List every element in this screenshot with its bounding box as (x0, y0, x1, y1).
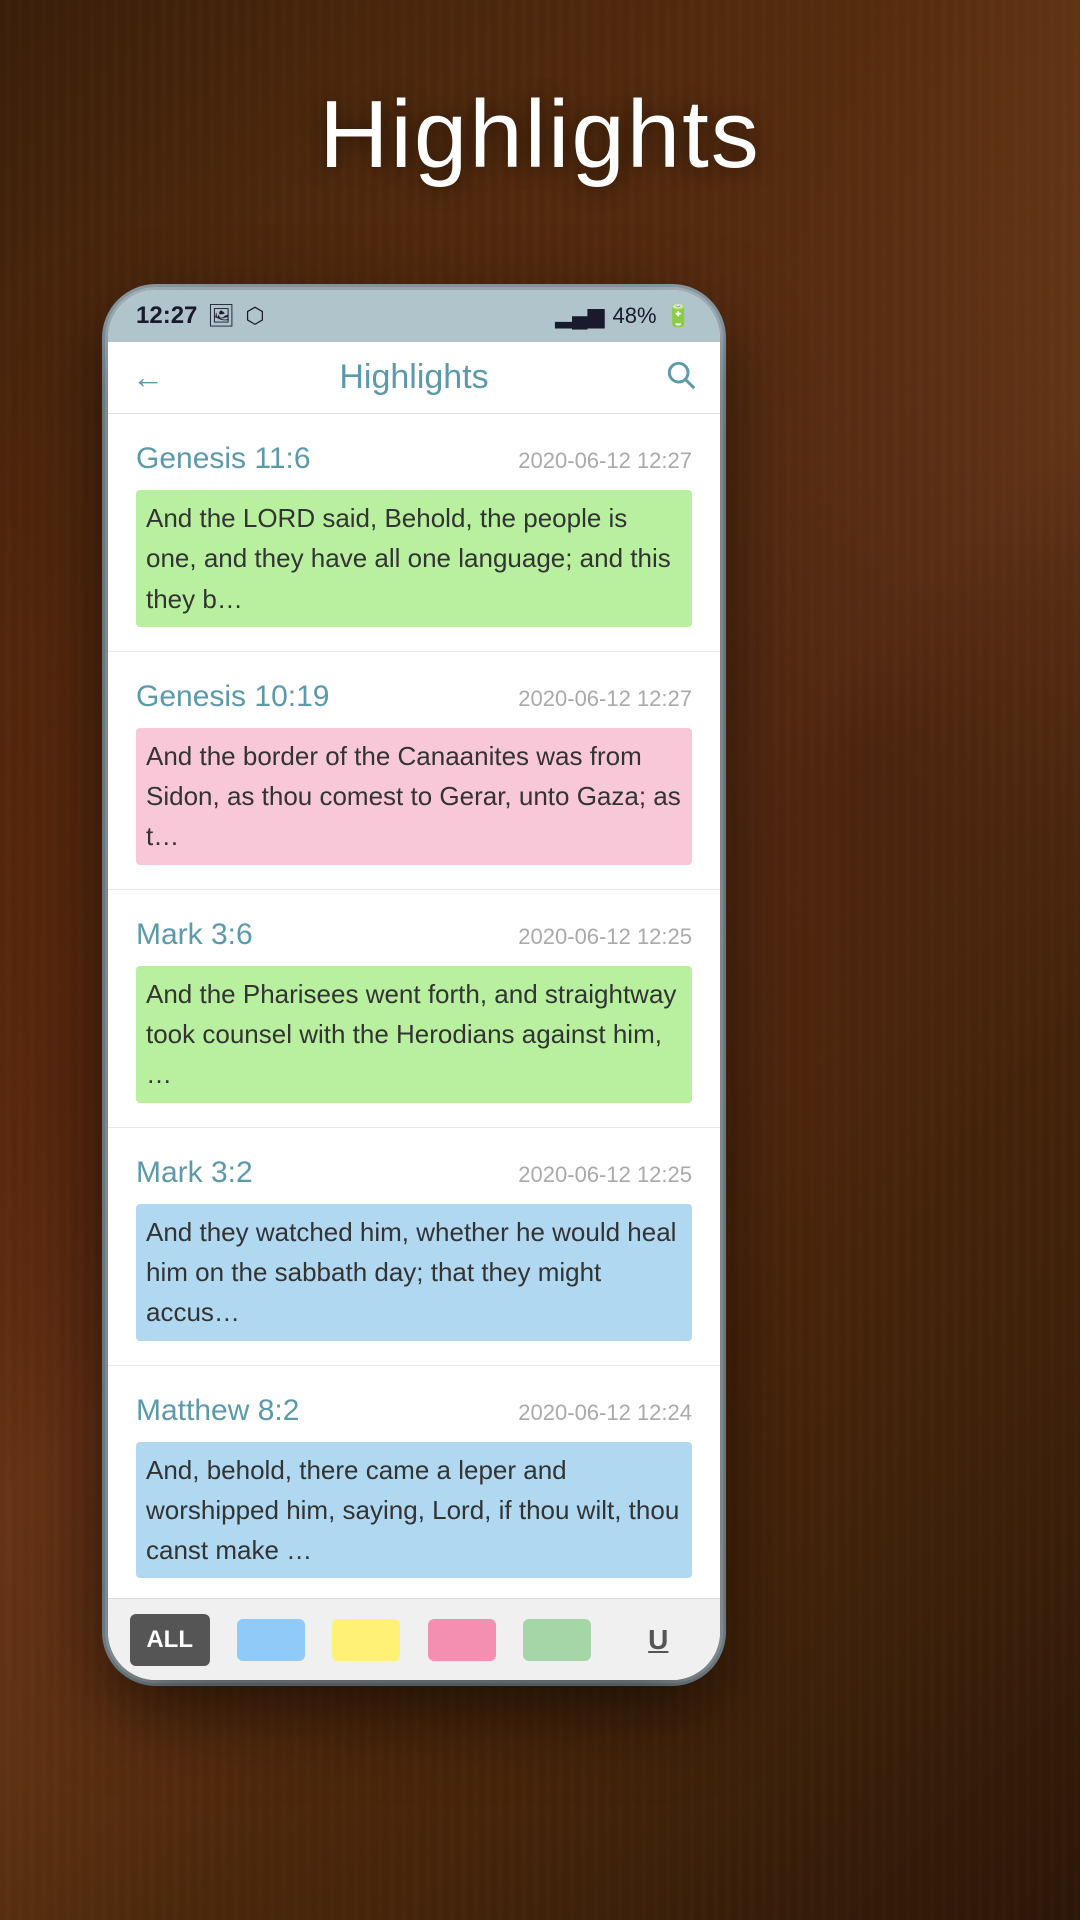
item-reference-1: Genesis 10:19 (136, 680, 329, 714)
item-header-4: Matthew 8:2 2020-06-12 12:24 (136, 1394, 692, 1428)
status-time: 12:27 (136, 302, 197, 330)
bottom-bar: ALL U (108, 1598, 720, 1680)
item-text-0: And the LORD said, Behold, the people is… (136, 490, 692, 627)
item-header-3: Mark 3:2 2020-06-12 12:25 (136, 1156, 692, 1190)
status-bar: 12:27 🖼 ⬡ ▂▄▆ 48% 🔋 (108, 290, 720, 342)
item-date-2: 2020-06-12 12:25 (518, 924, 692, 950)
highlight-item-0[interactable]: Genesis 11:6 2020-06-12 12:27 And the LO… (108, 414, 720, 652)
signal-icon: ▂▄▆ (555, 303, 604, 329)
green-color-tab[interactable] (523, 1619, 591, 1661)
item-text-2: And the Pharisees went forth, and straig… (136, 966, 692, 1103)
search-button[interactable] (664, 358, 696, 398)
status-left: 12:27 🖼 ⬡ (136, 302, 265, 330)
battery-text: 48% (613, 303, 657, 329)
photo-status-icon: 🖼 (207, 303, 235, 329)
page-title: Highlights (0, 80, 1080, 190)
item-header-1: Genesis 10:19 2020-06-12 12:27 (136, 680, 692, 714)
item-header-2: Mark 3:6 2020-06-12 12:25 (136, 918, 692, 952)
item-date-0: 2020-06-12 12:27 (518, 448, 692, 474)
underline-tab[interactable]: U (618, 1614, 698, 1666)
item-reference-3: Mark 3:2 (136, 1156, 253, 1190)
battery-icon: 🔋 (665, 303, 692, 329)
item-text-4: And, behold, there came a leper and wors… (136, 1442, 692, 1579)
item-text-3: And they watched him, whether he would h… (136, 1204, 692, 1341)
all-tab[interactable]: ALL (130, 1614, 210, 1666)
back-button[interactable]: ← (132, 359, 164, 396)
highlight-item-2[interactable]: Mark 3:6 2020-06-12 12:25 And the Pharis… (108, 890, 720, 1128)
item-text-1: And the border of the Canaanites was fro… (136, 728, 692, 865)
item-date-4: 2020-06-12 12:24 (518, 1400, 692, 1426)
blue-color-tab[interactable] (237, 1619, 305, 1661)
bluetooth-status-icon: ⬡ (245, 303, 264, 329)
item-date-1: 2020-06-12 12:27 (518, 686, 692, 712)
item-header-0: Genesis 11:6 2020-06-12 12:27 (136, 442, 692, 476)
highlight-item-4[interactable]: Matthew 8:2 2020-06-12 12:24 And, behold… (108, 1366, 720, 1598)
page-title-area: Highlights (0, 80, 1080, 190)
content-area[interactable]: Genesis 11:6 2020-06-12 12:27 And the LO… (108, 414, 720, 1598)
item-reference-4: Matthew 8:2 (136, 1394, 299, 1428)
pink-color-tab[interactable] (428, 1619, 496, 1661)
item-reference-2: Mark 3:6 (136, 918, 253, 952)
phone-frame: 12:27 🖼 ⬡ ▂▄▆ 48% 🔋 ← Highlights Genesis… (108, 290, 720, 1680)
yellow-color-tab[interactable] (332, 1619, 400, 1661)
highlight-item-1[interactable]: Genesis 10:19 2020-06-12 12:27 And the b… (108, 652, 720, 890)
nav-title: Highlights (339, 358, 488, 397)
status-right: ▂▄▆ 48% 🔋 (555, 303, 692, 329)
item-date-3: 2020-06-12 12:25 (518, 1162, 692, 1188)
highlight-item-3[interactable]: Mark 3:2 2020-06-12 12:25 And they watch… (108, 1128, 720, 1366)
nav-bar: ← Highlights (108, 342, 720, 414)
item-reference-0: Genesis 11:6 (136, 442, 311, 476)
